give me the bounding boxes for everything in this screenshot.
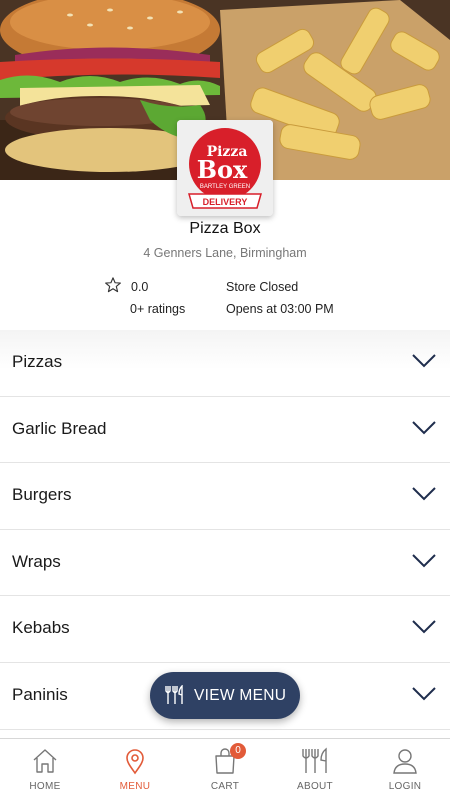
view-menu-label: VIEW MENU: [194, 687, 287, 704]
nav-menu[interactable]: MENU: [90, 739, 180, 800]
home-icon: [33, 749, 57, 773]
bottom-nav: HOME MENU CART ABOUT LOGIN 0: [0, 738, 450, 800]
chevron-down-icon: [412, 687, 436, 701]
nav-home[interactable]: HOME: [0, 739, 90, 800]
category-label: Wraps: [12, 551, 61, 571]
chevron-down-icon: [412, 620, 436, 634]
nav-cart-label: CART: [210, 781, 240, 792]
store-closed-text: Store Closed: [226, 280, 299, 294]
category-pizzas[interactable]: Pizzas: [0, 330, 450, 397]
ratings-count: 0+ ratings: [130, 302, 186, 316]
nav-about-label: ABOUT: [297, 781, 333, 792]
pizza-box-logo: Pizza Box BARTLEY GREEN DELIVERY: [177, 120, 273, 216]
user-icon: [393, 749, 417, 774]
chevron-down-icon: [412, 487, 436, 501]
category-label: Paninis: [12, 684, 68, 704]
nav-about[interactable]: ABOUT: [270, 739, 360, 800]
nav-login-label: LOGIN: [388, 781, 422, 792]
category-label: Pizzas: [12, 352, 63, 371]
opening-time: Opens at 03:00 PM: [226, 302, 334, 316]
category-label: Burgers: [12, 485, 72, 505]
cart-count-badge: 0: [230, 743, 246, 759]
category-label: Kebabs: [12, 618, 70, 638]
chevron-down-icon: [412, 354, 436, 368]
category-wraps[interactable]: Wraps: [0, 529, 450, 597]
chevron-down-icon: [412, 554, 436, 568]
chevron-down-icon: [412, 420, 436, 435]
rating-value: 0.0: [131, 280, 149, 294]
nav-menu-label: MENU: [119, 781, 151, 792]
nav-login[interactable]: LOGIN: [360, 739, 450, 800]
logo-word2: Box: [197, 155, 248, 184]
logo-ribbon: DELIVERY: [203, 197, 248, 207]
rating-block: 0.0 0+ ratings: [104, 276, 214, 320]
store-status: Store Closed Opens at 03:00 PM: [226, 280, 406, 316]
cutlery-icon: [302, 747, 327, 773]
cutlery-icon: [165, 685, 183, 704]
view-menu-button[interactable]: VIEW MENU: [150, 672, 300, 719]
nav-cart[interactable]: CART: [180, 739, 270, 800]
category-label: Garlic Bread: [12, 418, 107, 438]
category-burgers[interactable]: Burgers: [0, 463, 450, 530]
nav-home-label: HOME: [29, 781, 61, 792]
star-icon: [105, 277, 121, 293]
category-garlic-bread[interactable]: Garlic Bread: [0, 396, 450, 464]
location-pin-icon: [126, 749, 144, 775]
store-name: Pizza Box: [189, 220, 261, 237]
store-logo: Pizza Box BARTLEY GREEN DELIVERY: [177, 120, 273, 216]
logo-sub: BARTLEY GREEN: [200, 184, 250, 190]
category-list: Pizzas Garlic Bread Burgers Wraps Kebabs…: [0, 330, 450, 730]
category-kebabs[interactable]: Kebabs: [0, 596, 450, 663]
store-address: 4 Genners Lane, Birmingham: [143, 246, 307, 260]
